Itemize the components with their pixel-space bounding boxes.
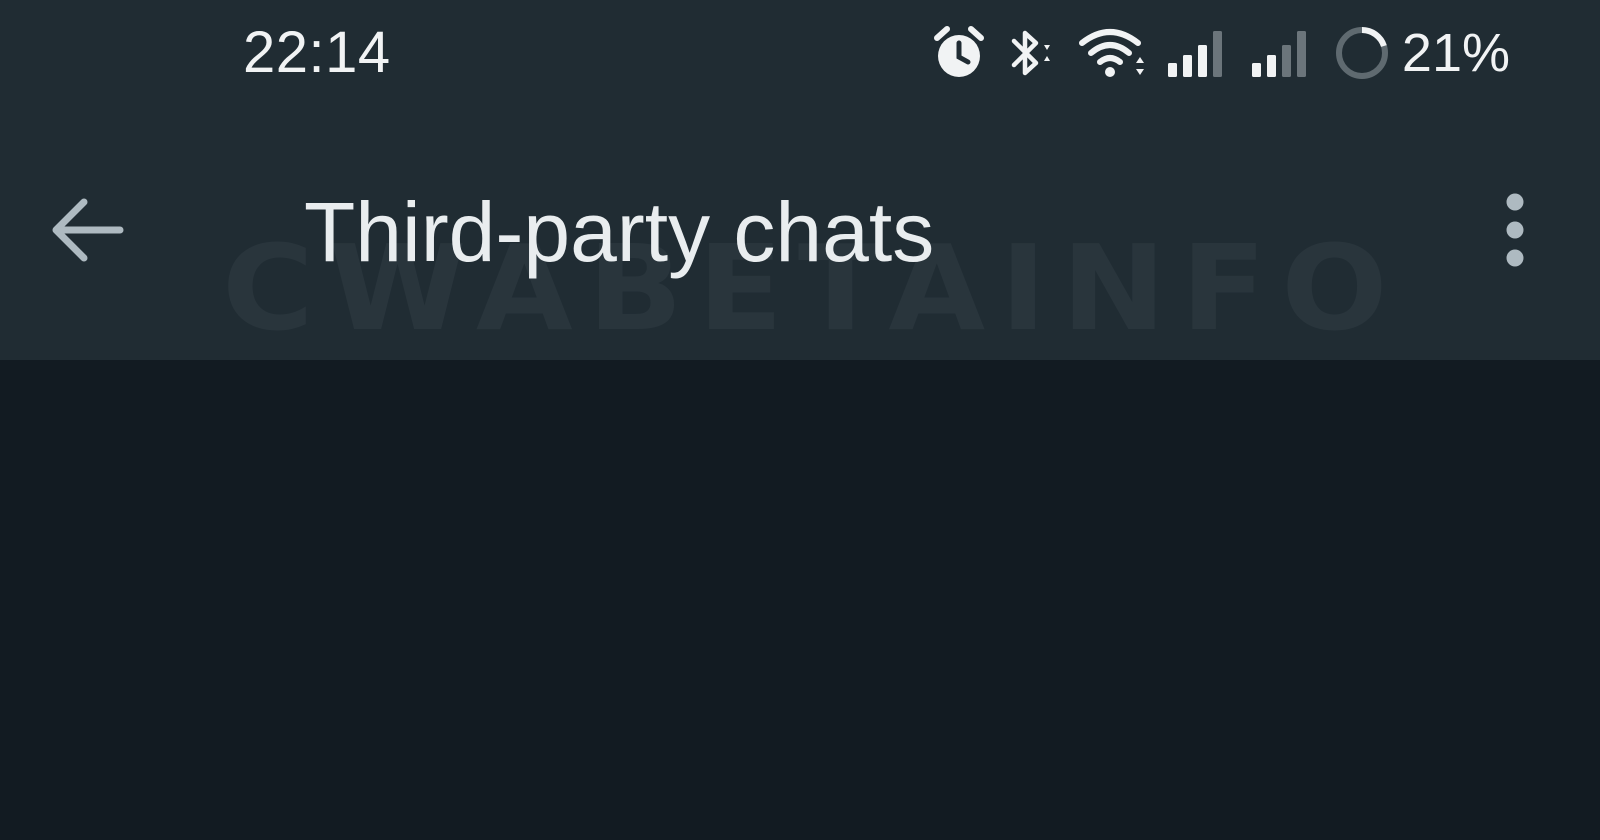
app-bar-area: 22:14 21% CWABETAINFO Third-party chats bbox=[0, 0, 1600, 360]
wifi-icon bbox=[1078, 29, 1144, 77]
more-vertical-icon bbox=[1506, 193, 1524, 267]
signal-icon bbox=[1251, 31, 1306, 77]
back-button[interactable] bbox=[36, 180, 136, 280]
signal-icon bbox=[1167, 31, 1222, 77]
toolbar: CWABETAINFO Third-party chats bbox=[0, 110, 1600, 360]
page-title: Third-party chats bbox=[304, 185, 935, 279]
status-icons: 21% bbox=[932, 18, 1510, 88]
content-area bbox=[0, 360, 1600, 840]
status-bar: 22:14 21% bbox=[0, 0, 1600, 110]
arrow-left-icon bbox=[52, 198, 124, 262]
battery-icon bbox=[1335, 27, 1388, 79]
bluetooth-icon bbox=[1011, 30, 1050, 76]
status-time: 22:14 bbox=[243, 20, 391, 85]
screen: 22:14 21% CWABETAINFO Third-party chats bbox=[0, 0, 1600, 840]
more-options-button[interactable] bbox=[1480, 180, 1550, 280]
battery-percentage: 21% bbox=[1401, 23, 1510, 83]
alarm-icon bbox=[933, 26, 984, 77]
